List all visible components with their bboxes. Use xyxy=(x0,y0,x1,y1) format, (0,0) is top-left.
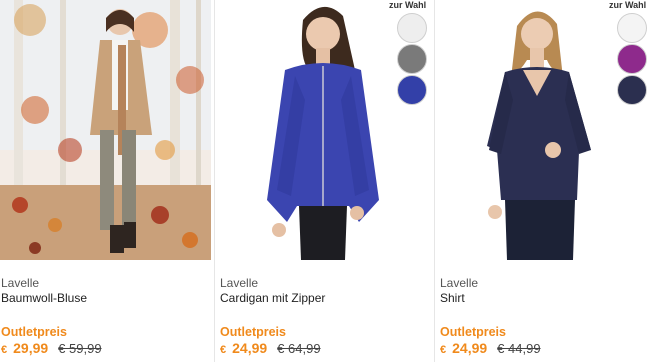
product-card-baumwoll-bluse[interactable]: Lavelle Baumwoll-Bluse Outletpreis € 29,… xyxy=(0,0,211,362)
outlet-price-label: Outletpreis xyxy=(220,325,286,339)
sale-price: 24,99 xyxy=(232,340,268,356)
color-options-label: zur Wahl xyxy=(609,0,647,10)
color-swatch-purple[interactable] xyxy=(617,44,647,74)
color-options-label: zur Wahl xyxy=(389,0,427,10)
price-row: € 29,99 € 59,99 xyxy=(1,340,102,358)
product-name[interactable]: Baumwoll-Bluse xyxy=(1,291,87,305)
outlet-price-label: Outletpreis xyxy=(1,325,67,339)
product-image[interactable] xyxy=(219,0,430,260)
currency-symbol: € xyxy=(440,344,447,356)
product-brand: Lavelle xyxy=(440,276,479,290)
original-price: € 44,99 xyxy=(497,341,541,356)
sale-price: 29,99 xyxy=(13,340,49,356)
price-row: € 24,99 € 44,99 xyxy=(440,340,541,358)
color-swatch-grey[interactable] xyxy=(397,44,427,74)
price-row: € 24,99 € 64,99 xyxy=(220,340,321,358)
sale-price: 24,99 xyxy=(452,340,488,356)
product-brand: Lavelle xyxy=(1,276,40,290)
currency-symbol: € xyxy=(220,344,227,356)
color-swatch-blue[interactable] xyxy=(397,75,427,105)
product-name[interactable]: Shirt xyxy=(440,291,465,305)
column-divider xyxy=(214,0,215,362)
product-name[interactable]: Cardigan mit Zipper xyxy=(220,291,325,305)
column-divider xyxy=(434,0,435,362)
currency-symbol: € xyxy=(1,344,8,356)
product-card-cardigan-mit-zipper[interactable]: zur Wahl Lavelle Cardigan mit Zipper Out… xyxy=(219,0,430,362)
product-brand: Lavelle xyxy=(220,276,259,290)
original-price: € 59,99 xyxy=(58,341,102,356)
original-price: € 64,99 xyxy=(277,341,321,356)
product-image[interactable] xyxy=(0,0,211,260)
color-swatch-white[interactable] xyxy=(617,13,647,43)
outlet-price-label: Outletpreis xyxy=(440,325,506,339)
color-swatch-navy[interactable] xyxy=(617,75,647,105)
product-image[interactable] xyxy=(439,0,650,260)
product-card-shirt[interactable]: zur Wahl Lavelle Shirt Outletpreis € 24,… xyxy=(439,0,650,362)
color-swatch-white[interactable] xyxy=(397,13,427,43)
